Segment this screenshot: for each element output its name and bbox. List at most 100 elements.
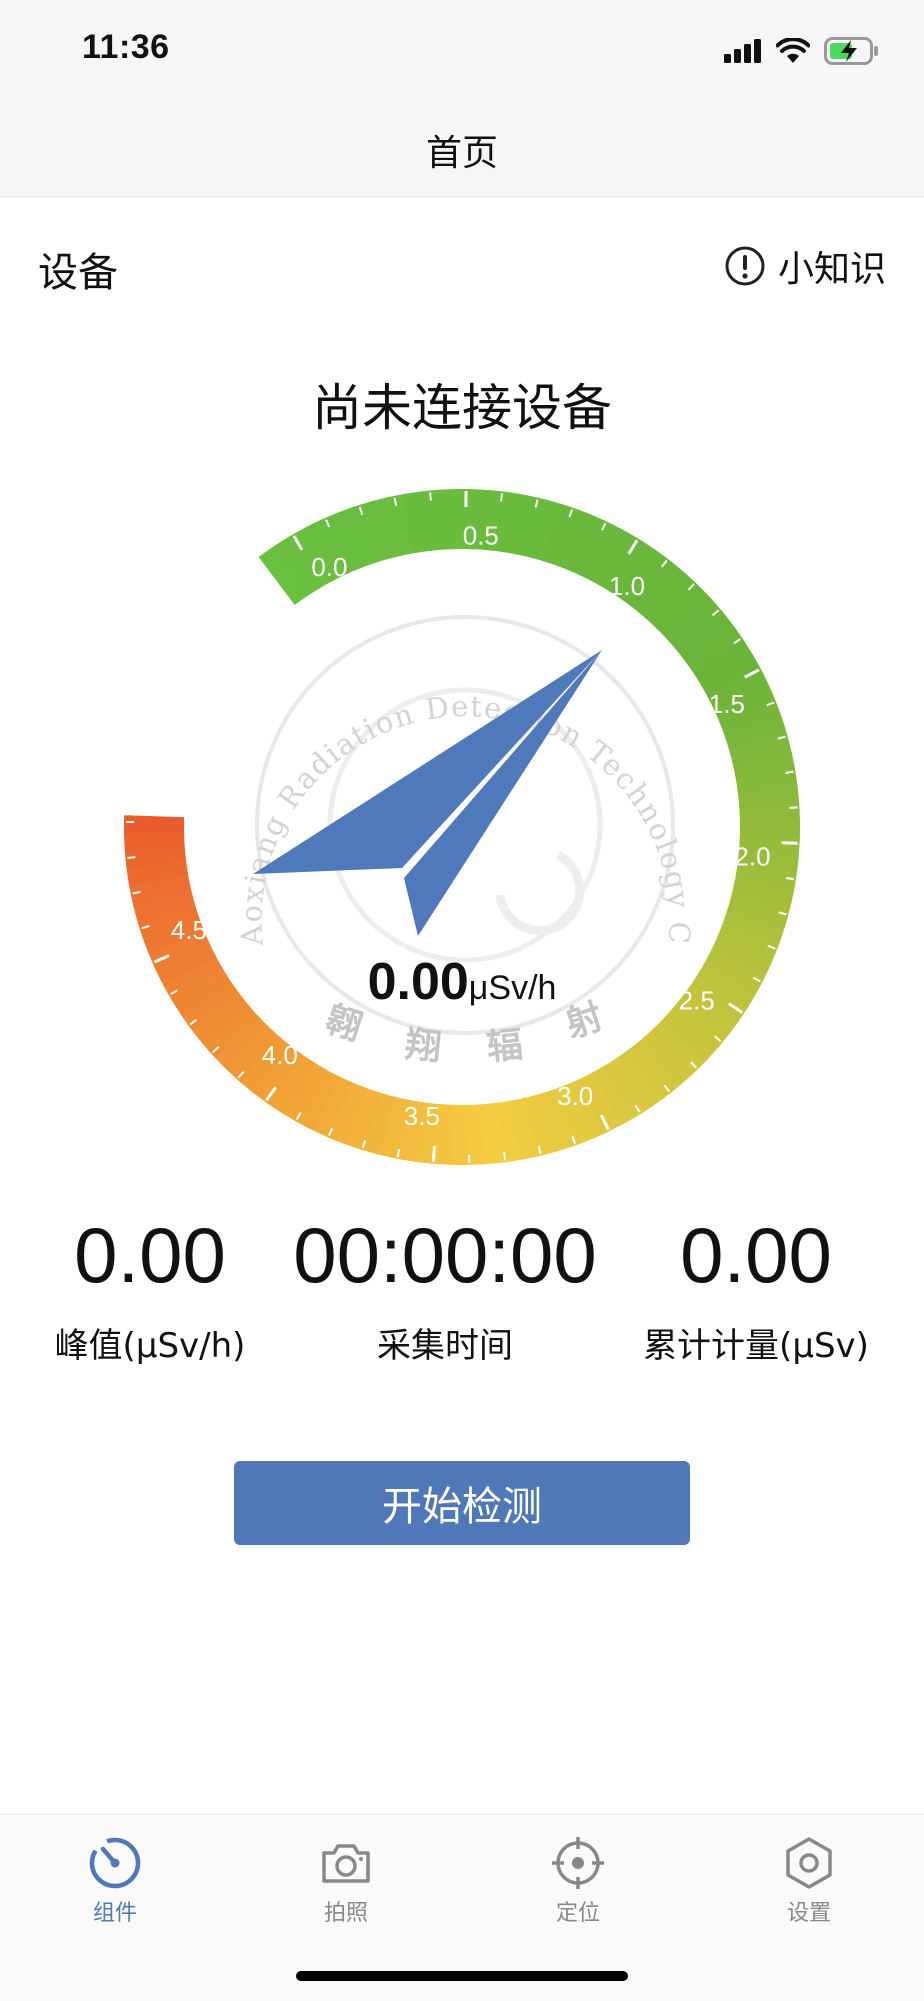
- total-label: 累计计量(μSv): [636, 1318, 876, 1367]
- gauge-band-segment: [247, 1047, 260, 1059]
- major-tick: [782, 843, 798, 844]
- gauge-band-segment: [537, 528, 555, 533]
- gauge-band-segment: [385, 1125, 403, 1129]
- current-reading: 0.00μSv/h: [0, 952, 924, 1012]
- total-value: 0.00: [636, 1210, 876, 1300]
- reading-unit: μSv/h: [469, 969, 557, 1007]
- start-detection-button[interactable]: 开始检测: [234, 1461, 690, 1545]
- gauge-band-segment: [552, 532, 569, 538]
- minor-tick: [786, 772, 794, 773]
- gauge-band-segment: [632, 1073, 647, 1084]
- gauge-band-segment: [764, 870, 767, 888]
- gauge-tick-label: 4.5: [171, 915, 207, 945]
- minor-tick: [430, 493, 431, 501]
- gauge-band-segment: [676, 605, 689, 618]
- peak-value: 0.00: [40, 1210, 260, 1300]
- tab-location[interactable]: 定位: [518, 1835, 638, 1927]
- peak-label: 峰值(μSv/h): [40, 1318, 260, 1367]
- gauge-band-segment: [277, 570, 292, 581]
- gauge-band-segment: [465, 1134, 483, 1135]
- minor-tick: [504, 1152, 505, 1160]
- minor-tick: [501, 493, 502, 501]
- home-indicator: [296, 1971, 628, 1981]
- radiation-gauge: 0.00.51.01.52.02.53.03.54.04.55.0 Aoxian…: [0, 0, 924, 1200]
- gauge-band-segment: [377, 526, 395, 531]
- gauge-band-segment: [619, 1082, 634, 1092]
- gauge-band-segment: [756, 902, 761, 920]
- gauge-band-segment: [545, 1118, 562, 1123]
- gauge-band-segment: [311, 1095, 327, 1103]
- reading-value: 0.00: [368, 953, 469, 1011]
- gauge-band-segment: [215, 1011, 226, 1025]
- gauge-band-segment: [521, 525, 539, 529]
- tab-label-location: 定位: [518, 1895, 638, 1927]
- gauge-band-segment: [769, 806, 770, 824]
- peak-stat: 0.00 峰值(μSv/h): [40, 1210, 260, 1367]
- gauge-tick-label: 3.5: [404, 1101, 440, 1131]
- time-value: 00:00:00: [274, 1210, 616, 1300]
- gauge-band-segment: [758, 742, 763, 760]
- tab-settings[interactable]: 设置: [749, 1835, 869, 1927]
- gauge-tick-label: 3.0: [557, 1081, 593, 1111]
- gauge-band-segment: [611, 558, 627, 567]
- time-stat: 00:00:00 采集时间: [274, 1210, 616, 1367]
- gauge-tick-label: 1.0: [609, 571, 645, 601]
- gauge-band-segment: [560, 1113, 577, 1119]
- gauge-band-segment: [417, 1132, 435, 1134]
- gauge-band-segment: [158, 878, 162, 896]
- gauge-band-segment: [646, 1063, 660, 1074]
- gauge-icon: [87, 1835, 143, 1891]
- gauge-band-segment: [529, 1123, 547, 1128]
- gauge-band-segment: [753, 727, 758, 744]
- gauge-band-segment: [567, 538, 584, 545]
- gauge-band-segment: [156, 862, 159, 880]
- gauge-band-segment: [347, 535, 364, 541]
- major-tick: [129, 786, 145, 788]
- gauge-band-segment: [745, 932, 752, 949]
- tab-components[interactable]: 组件: [55, 1835, 175, 1927]
- gauge-band-segment: [355, 1116, 372, 1122]
- gauge-tick-label: 0.5: [463, 521, 499, 551]
- gauge-band-segment: [693, 1017, 705, 1031]
- gauge-band-segment: [670, 1041, 683, 1054]
- gauge-band-segment: [235, 1035, 248, 1048]
- camera-icon: [318, 1835, 374, 1891]
- gauge-band-segment: [708, 642, 719, 657]
- gauge-band-segment: [362, 530, 379, 535]
- gauge-band-segment: [433, 1134, 451, 1135]
- gauge-band-segment: [154, 830, 155, 848]
- minor-tick: [786, 878, 794, 879]
- gauge-band-segment: [393, 523, 411, 527]
- tab-label-camera: 拍照: [286, 1895, 406, 1927]
- gauge-band-segment: [513, 1127, 531, 1131]
- gauge-band-segment: [409, 521, 427, 524]
- gauge-band-segment: [597, 550, 613, 558]
- gauge-band-segment: [155, 846, 157, 864]
- gauge-band-segment: [726, 668, 735, 684]
- gauge-band-segment: [768, 789, 770, 807]
- watermark-char: 翔: [403, 1023, 443, 1069]
- time-label: 采集时间: [274, 1318, 616, 1367]
- gauge-tick-label: 2.0: [734, 842, 770, 872]
- tab-label-settings: 设置: [749, 1895, 869, 1927]
- gauge-band-segment: [664, 595, 677, 607]
- gauge-band-segment: [652, 584, 666, 596]
- gauge-band-segment: [658, 1052, 672, 1064]
- gauge-band-segment: [497, 1130, 515, 1133]
- gauge-band-segment: [717, 655, 727, 670]
- crosshair-icon: [550, 1835, 606, 1891]
- gauge-tick-label: 0.0: [311, 552, 347, 582]
- gauge-band-segment: [332, 541, 349, 548]
- watermark-char: 辐: [485, 1023, 525, 1069]
- gauge-band-segment: [370, 1121, 388, 1126]
- gear-icon: [781, 1835, 837, 1891]
- gauge-band-segment: [481, 1133, 499, 1135]
- tab-label-components: 组件: [55, 1895, 175, 1927]
- total-stat: 0.00 累计计量(μSv): [636, 1210, 876, 1367]
- tab-camera[interactable]: 拍照: [286, 1835, 406, 1927]
- gauge-band-segment: [751, 917, 757, 934]
- gauge-band-segment: [748, 712, 754, 729]
- watermark-english: Aoxiang Radiation Detection Technology C…: [0, 0, 697, 948]
- gauge-band-segment: [161, 894, 166, 912]
- gauge-band-segment: [687, 617, 699, 631]
